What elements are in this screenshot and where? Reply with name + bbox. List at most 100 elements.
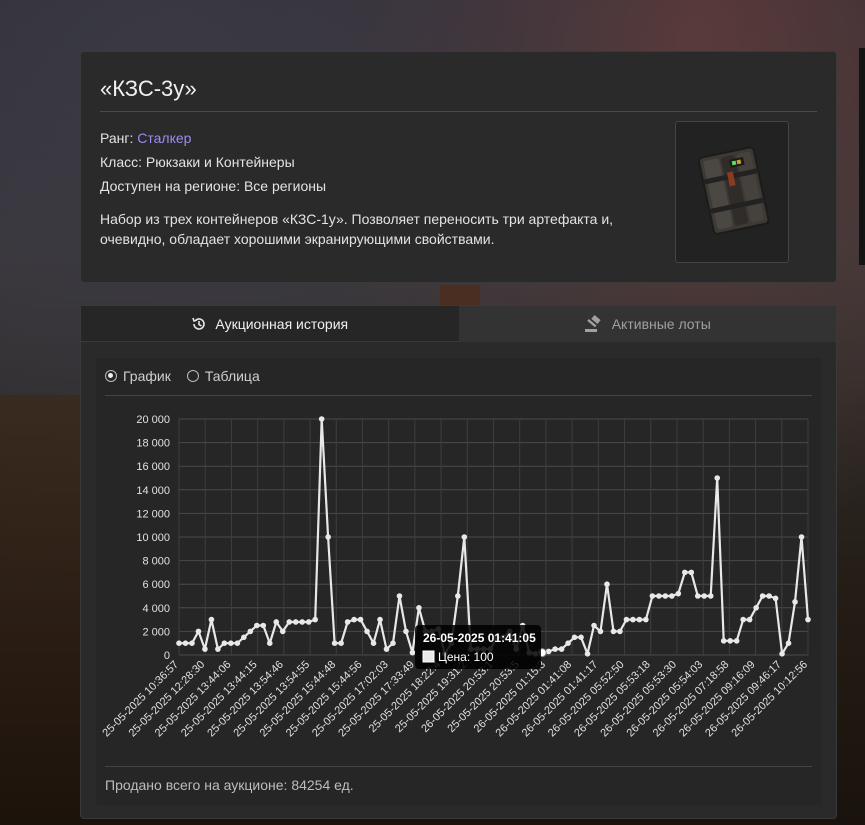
price-point	[798, 534, 805, 540]
price-point	[675, 590, 682, 597]
price-point	[740, 616, 746, 623]
chart-bottom-divider	[105, 766, 812, 767]
price-point	[766, 593, 772, 599]
price-point	[234, 640, 241, 646]
price-point	[189, 640, 195, 646]
gavel-icon	[584, 315, 601, 332]
price-point	[636, 616, 643, 623]
tab-auction-history[interactable]: Аукционная история	[81, 306, 459, 342]
price-point	[286, 619, 293, 625]
price-point	[370, 640, 377, 646]
y-tick-label: 2 000	[142, 626, 170, 638]
y-tick-label: 14 000	[136, 485, 170, 497]
price-point	[338, 640, 344, 646]
price-point	[552, 646, 558, 652]
item-info: Ранг: Сталкер Класс: Рюкзаки и Контейнер…	[100, 126, 326, 198]
price-point	[694, 593, 701, 599]
price-point	[461, 534, 468, 540]
y-tick-label: 8 000	[142, 556, 170, 568]
price-point	[416, 605, 422, 611]
price-point	[610, 628, 617, 635]
price-point	[792, 599, 798, 605]
price-point	[805, 616, 811, 623]
class-line: Класс: Рюкзаки и Контейнеры	[100, 154, 295, 170]
price-point	[623, 616, 630, 623]
price-point	[688, 569, 695, 576]
price-point	[662, 593, 669, 599]
y-tick-label: 20 000	[136, 414, 170, 426]
price-point	[681, 569, 688, 576]
price-point	[772, 595, 779, 602]
tab-bar: Аукционная история Активные лоты	[81, 306, 836, 342]
history-content: График Таблица 02 000 4 000 6 000 8 000 10 0…	[96, 358, 821, 805]
price-point	[279, 628, 286, 635]
price-point	[759, 593, 766, 599]
item-card: «КЗС-3у» Ранг: Сталкер Класс: Рюкзаки и …	[80, 51, 837, 283]
price-point	[779, 651, 785, 657]
y-tick-label: 18 000	[136, 438, 170, 450]
price-point	[753, 605, 759, 611]
tab-active-lots-label: Активные лоты	[611, 316, 711, 332]
price-point	[455, 593, 461, 599]
price-point	[707, 593, 714, 599]
price-point	[331, 640, 338, 646]
price-point	[215, 646, 221, 652]
y-tick-label: 0	[164, 650, 170, 662]
price-point	[357, 616, 364, 623]
y-tick-label: 6 000	[142, 579, 170, 591]
price-point	[584, 651, 591, 657]
price-point	[733, 638, 740, 644]
price-point	[383, 646, 390, 652]
price-point	[649, 593, 656, 599]
price-point	[720, 638, 727, 644]
rank-value[interactable]: Сталкер	[137, 130, 191, 146]
y-tick-label: 10 000	[136, 532, 170, 544]
price-point	[701, 593, 708, 599]
price-point	[617, 628, 623, 635]
region-line: Доступен на регионе: Все регионы	[100, 178, 327, 194]
y-tick-label: 16 000	[136, 461, 170, 473]
price-point	[221, 640, 228, 646]
price-history-chart[interactable]: 0 2 000 4 000 6 000 8 000 10 000 12 000 14 000 1…	[96, 358, 821, 766]
rank-line: Ранг: Сталкер	[100, 126, 326, 150]
price-point	[266, 640, 273, 646]
price-point	[228, 640, 234, 646]
auction-panel: Аукционная история Активные лоты График …	[80, 305, 837, 819]
price-point	[578, 634, 584, 641]
price-point	[312, 616, 318, 623]
price-point	[630, 616, 636, 623]
tooltip-value: Цена: 100	[438, 650, 494, 664]
price-point	[571, 634, 578, 641]
price-point	[656, 593, 662, 599]
price-point	[208, 616, 215, 623]
price-point	[299, 619, 306, 625]
container-backpack-icon	[697, 146, 770, 235]
item-description: Набор из трех контейнеров «КЗС-1у». Позв…	[100, 211, 614, 247]
price-point	[714, 475, 721, 481]
price-point	[292, 619, 299, 625]
price-point	[318, 416, 325, 422]
price-point	[545, 648, 552, 655]
price-point	[182, 640, 189, 646]
tooltip-title: 26-05-2025 01:41:05	[423, 631, 536, 645]
total-sold: Продано всего на аукционе: 84254 ед.	[105, 777, 354, 793]
price-point	[604, 581, 610, 587]
price-point	[344, 619, 351, 625]
price-point	[273, 619, 280, 625]
price-point	[558, 646, 565, 652]
tab-auction-history-label: Аукционная история	[215, 315, 349, 332]
price-point	[202, 646, 208, 652]
background-tower	[440, 285, 480, 305]
price-point	[254, 622, 260, 629]
price-point	[396, 593, 403, 599]
price-point	[409, 649, 416, 656]
price-point	[746, 616, 753, 623]
right-edge-panel	[859, 48, 865, 265]
tab-active-lots[interactable]: Активные лоты	[458, 306, 836, 342]
tooltip-swatch	[422, 650, 435, 663]
item-image	[675, 121, 789, 263]
rank-label: Ранг:	[100, 130, 134, 146]
item-title: «КЗС-3у»	[100, 76, 197, 101]
price-point	[305, 619, 312, 625]
price-point	[565, 640, 571, 646]
